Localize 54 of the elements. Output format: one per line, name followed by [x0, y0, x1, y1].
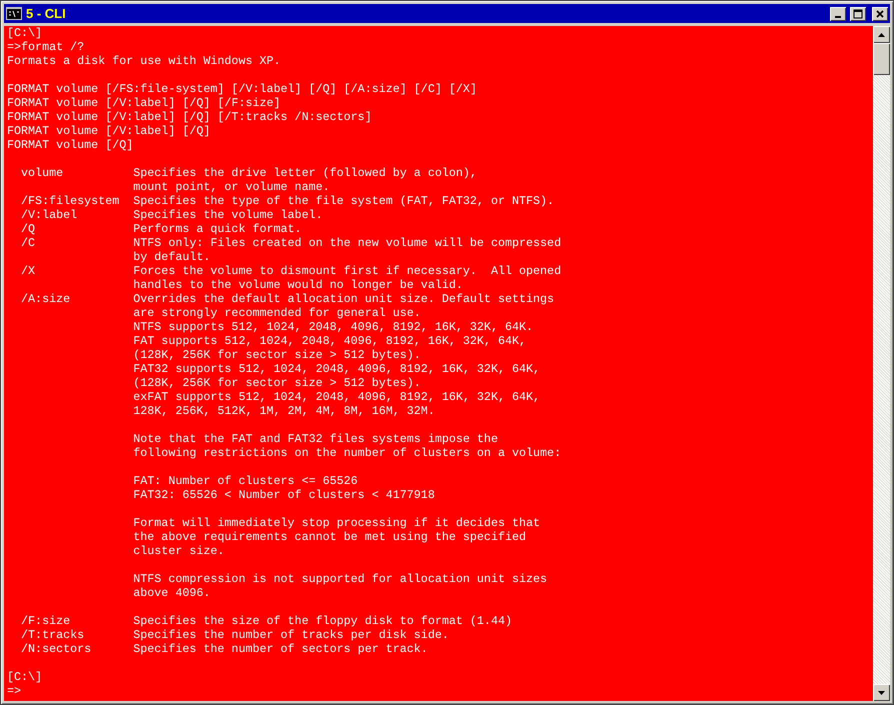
maximize-button[interactable] [850, 6, 866, 20]
scroll-down-button[interactable] [873, 684, 890, 701]
scroll-thumb[interactable] [873, 43, 890, 75]
console-icon [6, 7, 22, 20]
console-line: FORMAT volume [/Q] [7, 138, 134, 152]
console-line: /C NTFS only: Files created on the new volume will be compressed [20, 236, 562, 250]
console-line: /Q Performs a quick format. [20, 222, 302, 236]
console-line: 128K, 256K, 512K, 1M, 2M, 4M, 8M, 16M, 32M. [132, 404, 435, 418]
console-line: (128K, 256K for sector size > 512 bytes). [132, 348, 421, 362]
console-line: FORMAT volume [/V:label] [/Q] [7, 124, 210, 138]
console-line: /F:size Specifies the size of the floppy disk to format (1.44) [20, 614, 512, 628]
console-line: [C:\] [7, 670, 42, 684]
console-line: handles to the volume would no longer be valid. [132, 278, 463, 292]
close-icon [875, 8, 885, 18]
console-line: Note that the FAT and FAT32 files systems impose the [132, 432, 498, 446]
console-line: /V:label Specifies the volume label. [20, 208, 323, 222]
console-line: the above requirements cannot be met using the specified [132, 530, 526, 544]
console-line: /FS:filesystem Specifies the type of the file system (FAT, FAT32, or NTFS). [20, 194, 554, 208]
console-line: mount point, or volume name. [132, 180, 330, 194]
console-line: /T:tracks Specifies the number of tracks per disk side. [20, 628, 449, 642]
console-line: NTFS compression is not supported for allocation unit sizes [132, 572, 548, 586]
console-line: are strongly recommended for general use. [132, 306, 421, 320]
console-line: Formats a disk for use with Windows XP. [7, 54, 281, 68]
console-line: by default. [132, 250, 210, 264]
console-line: FAT supports 512, 1024, 2048, 4096, 8192, 16K, 32K, 64K, [132, 334, 526, 348]
minimize-icon [835, 16, 841, 18]
scroll-up-button[interactable] [873, 26, 890, 43]
console-line: (128K, 256K for sector size > 512 bytes). [132, 376, 421, 390]
close-button[interactable] [872, 6, 888, 20]
console-line: following restrictions on the number of clusters on a volume: [132, 446, 562, 460]
console-line: FAT: Number of clusters <= 65526 [132, 474, 358, 488]
console-line: => [7, 684, 22, 698]
console-line: /N:sectors Specifies the number of sectors per track. [20, 642, 428, 656]
console-line: FAT32 supports 512, 1024, 2048, 4096, 8192, 16K, 32K, 64K, [132, 362, 540, 376]
console-line: FORMAT volume [/FS:file-system] [/V:label] [/Q] [/A:size] [/C] [/X] [7, 82, 477, 96]
console-line: /X Forces the volume to dismount first if necessary. All opened [20, 264, 562, 278]
console-line: =>format /? [7, 40, 84, 54]
console-line: Format will immediately stop processing if it decides that [132, 516, 540, 530]
console-line: NTFS supports 512, 1024, 2048, 4096, 8192, 16K, 32K, 64K. [132, 320, 534, 334]
scrollbar[interactable] [873, 26, 890, 701]
maximize-icon [853, 8, 863, 18]
console-line: exFAT supports 512, 1024, 2048, 4096, 8192, 16K, 32K, 64K, [132, 390, 540, 404]
down-arrow-icon [878, 690, 885, 694]
console-line: volume Specifies the drive letter (followed by a colon), [20, 166, 477, 180]
console-line: /A:size Overrides the default allocation unit size. Default settings [20, 292, 554, 306]
console-line: above 4096. [132, 586, 210, 600]
console-line: [C:\] [7, 26, 42, 40]
console-line: cluster size. [132, 544, 224, 558]
minimize-button[interactable] [830, 6, 846, 20]
console-line: FORMAT volume [/V:label] [/Q] [/T:tracks /N:sectors] [7, 110, 372, 124]
up-arrow-icon [878, 32, 885, 36]
window-title: 5 - CLI [26, 6, 67, 21]
console-line: FORMAT volume [/V:label] [/Q] [/F:size] [7, 96, 281, 110]
console-line: FAT32: 65526 < Number of clusters < 4177918 [132, 488, 435, 502]
